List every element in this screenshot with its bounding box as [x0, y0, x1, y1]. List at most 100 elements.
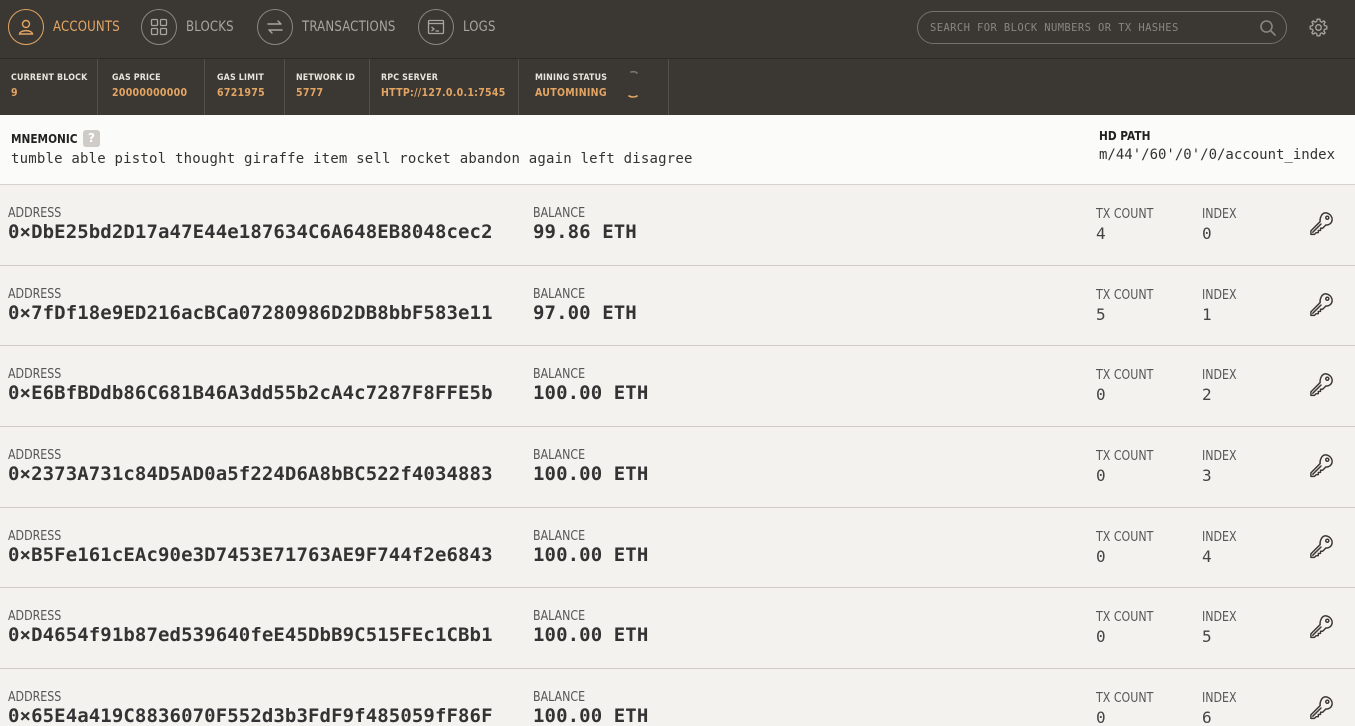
- account-address: 0×B5Fe161cEAc90e3D7453E71763AE9F744f2e68…: [8, 543, 493, 566]
- account-index: 2: [1202, 385, 1212, 405]
- accounts-list: ADDRESS 0×DbE25bd2D17a47E44e187634C6A648…: [0, 185, 1355, 726]
- stat-gas-limit: GAS LIMIT 6721975: [206, 59, 285, 115]
- search-icon[interactable]: [1259, 19, 1277, 37]
- stat-label: GAS PRICE: [112, 73, 161, 83]
- account-row[interactable]: ADDRESS 0×DbE25bd2D17a47E44e187634C6A648…: [0, 185, 1355, 266]
- nav-logs-label: LOGS: [463, 19, 496, 35]
- mnemonic-section: MNEMONIC ? tumble able pistol thought gi…: [0, 115, 1355, 185]
- key-icon[interactable]: [1308, 371, 1335, 398]
- balance-label: BALANCE: [533, 367, 586, 383]
- stat-value: HTTP://127.0.0.1:7545: [381, 87, 506, 99]
- terminal-icon: [418, 9, 454, 45]
- stat-gas-price: GAS PRICE 20000000000: [101, 59, 205, 115]
- hd-path-value: m/44'/60'/0'/0/account_index: [1099, 147, 1336, 163]
- account-tx-count: 0: [1096, 546, 1106, 566]
- account-row[interactable]: ADDRESS 0×D4654f91b87ed539640feE45DbB9C5…: [0, 588, 1355, 670]
- stat-network-id: NETWORK ID 5777: [285, 59, 370, 115]
- status-bar: CURRENT BLOCK 9 GAS PRICE 20000000000 GA…: [0, 58, 1355, 115]
- index-label: INDEX: [1202, 610, 1237, 626]
- key-icon[interactable]: [1308, 533, 1335, 560]
- nav-accounts[interactable]: ACCOUNTS: [8, 9, 127, 45]
- tx-count-label: TX COUNT: [1096, 368, 1154, 384]
- account-row[interactable]: ADDRESS 0×65E4a419C8836070F552d3b3FdF9f4…: [0, 669, 1355, 726]
- nav-accounts-label: ACCOUNTS: [53, 19, 120, 35]
- account-tx-count: 0: [1096, 385, 1106, 405]
- key-icon[interactable]: [1308, 291, 1335, 318]
- hd-path-label: HD PATH: [1099, 129, 1151, 143]
- account-row[interactable]: ADDRESS 0×B5Fe161cEAc90e3D7453E71763AE9F…: [0, 507, 1355, 589]
- address-label: ADDRESS: [8, 367, 62, 383]
- search-input[interactable]: [930, 12, 1250, 43]
- account-tx-count: 5: [1096, 304, 1106, 324]
- tx-count-label: TX COUNT: [1096, 529, 1154, 545]
- account-row[interactable]: ADDRESS 0×7fDf18e9ED216acBCa07280986D2DB…: [0, 265, 1355, 347]
- key-icon[interactable]: [1308, 452, 1335, 479]
- tx-count-label: TX COUNT: [1096, 610, 1154, 626]
- stat-label: GAS LIMIT: [217, 73, 264, 83]
- account-address: 0×65E4a419C8836070F552d3b3FdF9f485059fF8…: [8, 705, 493, 726]
- account-balance: 99.86 ETH: [533, 221, 637, 243]
- account-index: 6: [1202, 708, 1212, 726]
- account-tx-count: 0: [1096, 627, 1106, 647]
- stat-rpc-server: RPC SERVER HTTP://127.0.0.1:7545: [370, 59, 519, 115]
- stat-mining-status: MINING STATUS AUTOMINING: [524, 59, 669, 115]
- address-label: ADDRESS: [8, 286, 62, 302]
- account-index: 1: [1202, 304, 1212, 324]
- user-icon: [8, 9, 44, 45]
- address-label: ADDRESS: [8, 609, 62, 625]
- nav-transactions[interactable]: TRANSACTIONS: [257, 9, 406, 45]
- account-index: 5: [1202, 627, 1212, 647]
- account-row[interactable]: ADDRESS 0×E6BfBDdb86C681B46A3dd55b2cA4c7…: [0, 346, 1355, 428]
- gear-icon[interactable]: [1308, 17, 1329, 38]
- key-icon[interactable]: [1308, 613, 1335, 640]
- mnemonic-words: tumble able pistol thought giraffe item …: [11, 151, 693, 167]
- index-label: INDEX: [1202, 529, 1237, 545]
- nav-transactions-label: TRANSACTIONS: [302, 19, 396, 35]
- stat-value: 5777: [296, 87, 324, 99]
- top-navigation: ACCOUNTS BLOCKS TRANSACTIONS LOGS: [0, 0, 1355, 58]
- account-row[interactable]: ADDRESS 0×2373A731c84D5AD0a5f224D6A8bBC5…: [0, 427, 1355, 508]
- search-box: [917, 11, 1287, 44]
- stat-label: RPC SERVER: [381, 73, 439, 83]
- tx-count-label: TX COUNT: [1096, 207, 1154, 222]
- nav-blocks[interactable]: BLOCKS: [141, 9, 239, 45]
- help-icon[interactable]: ?: [83, 130, 100, 147]
- key-icon[interactable]: [1308, 694, 1335, 721]
- mnemonic-label: MNEMONIC: [11, 132, 78, 146]
- account-tx-count: 0: [1096, 708, 1106, 726]
- stat-label: NETWORK ID: [296, 73, 356, 83]
- account-balance: 100.00 ETH: [533, 705, 649, 726]
- account-address: 0×DbE25bd2D17a47E44e187634C6A648EB8048ce…: [8, 221, 493, 243]
- balance-label: BALANCE: [533, 206, 586, 221]
- nav-logs[interactable]: LOGS: [418, 9, 499, 45]
- account-index: 3: [1202, 466, 1212, 486]
- index-label: INDEX: [1202, 368, 1237, 384]
- stat-current-block: CURRENT BLOCK 9: [0, 59, 98, 115]
- balance-label: BALANCE: [533, 528, 586, 544]
- stat-label: CURRENT BLOCK: [11, 73, 88, 83]
- account-balance: 100.00 ETH: [533, 382, 649, 405]
- key-icon[interactable]: [1308, 210, 1335, 237]
- address-label: ADDRESS: [8, 528, 62, 544]
- balance-label: BALANCE: [533, 448, 586, 464]
- account-address: 0×D4654f91b87ed539640feE45DbB9C515FEc1CB…: [8, 624, 493, 647]
- balance-label: BALANCE: [533, 690, 586, 706]
- account-address: 0×E6BfBDdb86C681B46A3dd55b2cA4c7287F8FFE…: [8, 382, 493, 405]
- stat-value: 9: [11, 87, 18, 99]
- mining-spinner-icon: [628, 70, 638, 98]
- swap-icon: [257, 9, 293, 45]
- account-address: 0×2373A731c84D5AD0a5f224D6A8bBC522f40348…: [8, 463, 493, 486]
- account-index: 4: [1202, 546, 1212, 566]
- account-balance: 100.00 ETH: [533, 543, 649, 566]
- account-balance: 100.00 ETH: [533, 463, 649, 486]
- index-label: INDEX: [1202, 287, 1237, 303]
- tx-count-label: TX COUNT: [1096, 287, 1154, 303]
- account-tx-count: 0: [1096, 466, 1106, 486]
- balance-label: BALANCE: [533, 286, 586, 302]
- address-label: ADDRESS: [8, 690, 62, 706]
- balance-label: BALANCE: [533, 609, 586, 625]
- index-label: INDEX: [1202, 207, 1237, 222]
- index-label: INDEX: [1202, 691, 1237, 707]
- tx-count-label: TX COUNT: [1096, 449, 1154, 465]
- grid-icon: [141, 9, 177, 45]
